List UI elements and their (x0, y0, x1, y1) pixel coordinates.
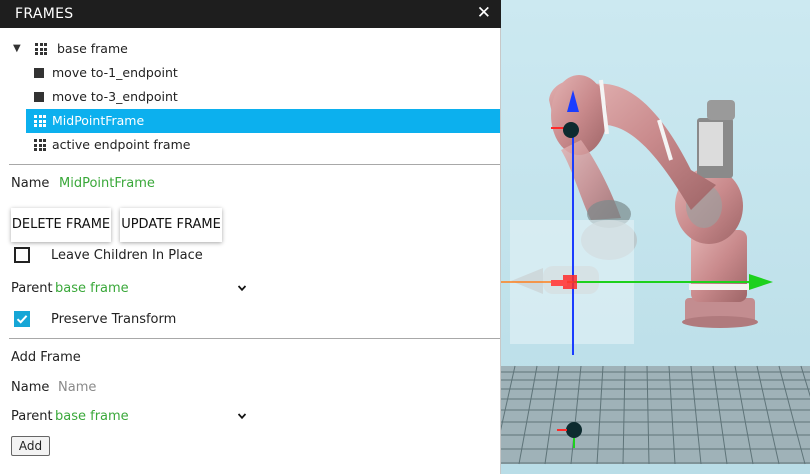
frames-panel: FRAMES ✕ ▼ base frame move to-1_endpoint… (0, 0, 501, 474)
name-value: MidPointFrame (59, 176, 155, 191)
add-frame-heading: Add Frame (11, 350, 81, 365)
parent-select[interactable]: base frame (55, 281, 129, 296)
add-name-label: Name (11, 380, 50, 395)
leave-children-label: Leave Children In Place (51, 248, 203, 263)
tree-item-midpointframe[interactable]: MidPointFrame (26, 109, 500, 133)
update-frame-button[interactable]: UPDATE FRAME (120, 208, 222, 242)
square-frame-icon (34, 68, 44, 78)
panel-titlebar: FRAMES ✕ (0, 0, 501, 28)
tree-item-label: move to-1_endpoint (52, 65, 178, 80)
3d-viewport[interactable] (501, 0, 810, 474)
leave-children-checkbox[interactable] (14, 247, 30, 263)
chevron-down-icon[interactable] (238, 284, 246, 292)
tree-item-move-to-1[interactable]: move to-1_endpoint (26, 61, 500, 85)
tree-item-label: active endpoint frame (52, 137, 191, 152)
grid-frame-icon (34, 115, 46, 127)
add-frame-button[interactable]: Add (11, 436, 50, 456)
tree-item-label: move to-3_endpoint (52, 89, 178, 104)
square-frame-icon (34, 92, 44, 102)
tree-item-active-endpoint-frame[interactable]: active endpoint frame (26, 133, 500, 157)
preserve-transform-checkbox[interactable] (14, 311, 30, 327)
add-name-input[interactable] (58, 378, 258, 396)
divider (9, 338, 500, 339)
name-label: Name (11, 176, 50, 191)
grid-frame-icon (34, 139, 46, 151)
robot-scene[interactable] (501, 0, 810, 474)
preserve-transform-label: Preserve Transform (51, 312, 177, 327)
tree-item-label: base frame (57, 41, 128, 56)
tree-item-move-to-3[interactable]: move to-3_endpoint (26, 85, 500, 109)
chevron-down-icon[interactable] (238, 412, 246, 420)
add-parent-select[interactable]: base frame (55, 409, 129, 424)
divider (9, 164, 500, 165)
close-icon[interactable]: ✕ (477, 5, 491, 22)
check-icon (16, 315, 28, 324)
tree-item-label: MidPointFrame (52, 113, 145, 128)
add-parent-label: Parent (11, 409, 53, 424)
parent-label: Parent (11, 281, 53, 296)
floor-grid (501, 365, 810, 465)
panel-title: FRAMES (15, 6, 74, 22)
grid-frame-icon (35, 43, 47, 55)
expand-triangle-icon[interactable]: ▼ (13, 37, 21, 61)
tree-item-base-frame[interactable]: ▼ base frame (9, 37, 489, 61)
delete-frame-button[interactable]: DELETE FRAME (11, 208, 111, 242)
